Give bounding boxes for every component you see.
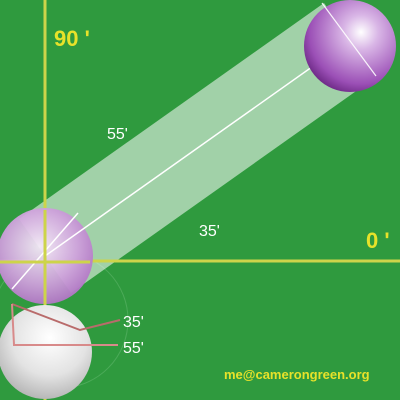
object-ball-final — [304, 0, 396, 92]
credit-text: me@camerongreen.org — [224, 367, 370, 382]
cut-angle-55-label: 55' — [123, 340, 144, 357]
cue-ball — [0, 305, 92, 399]
angle-90-label: 90 ' — [54, 26, 90, 51]
path-angle-35-label: 35' — [199, 223, 220, 240]
path-angle-55-label: 55' — [107, 126, 128, 143]
angle-0-label: 0 ' — [366, 228, 390, 253]
cut-angle-35-label: 35' — [123, 314, 144, 331]
cut-angle-diagram: 90 ' 0 ' 55' 35' 35' 55' me@camerongreen… — [0, 0, 400, 400]
